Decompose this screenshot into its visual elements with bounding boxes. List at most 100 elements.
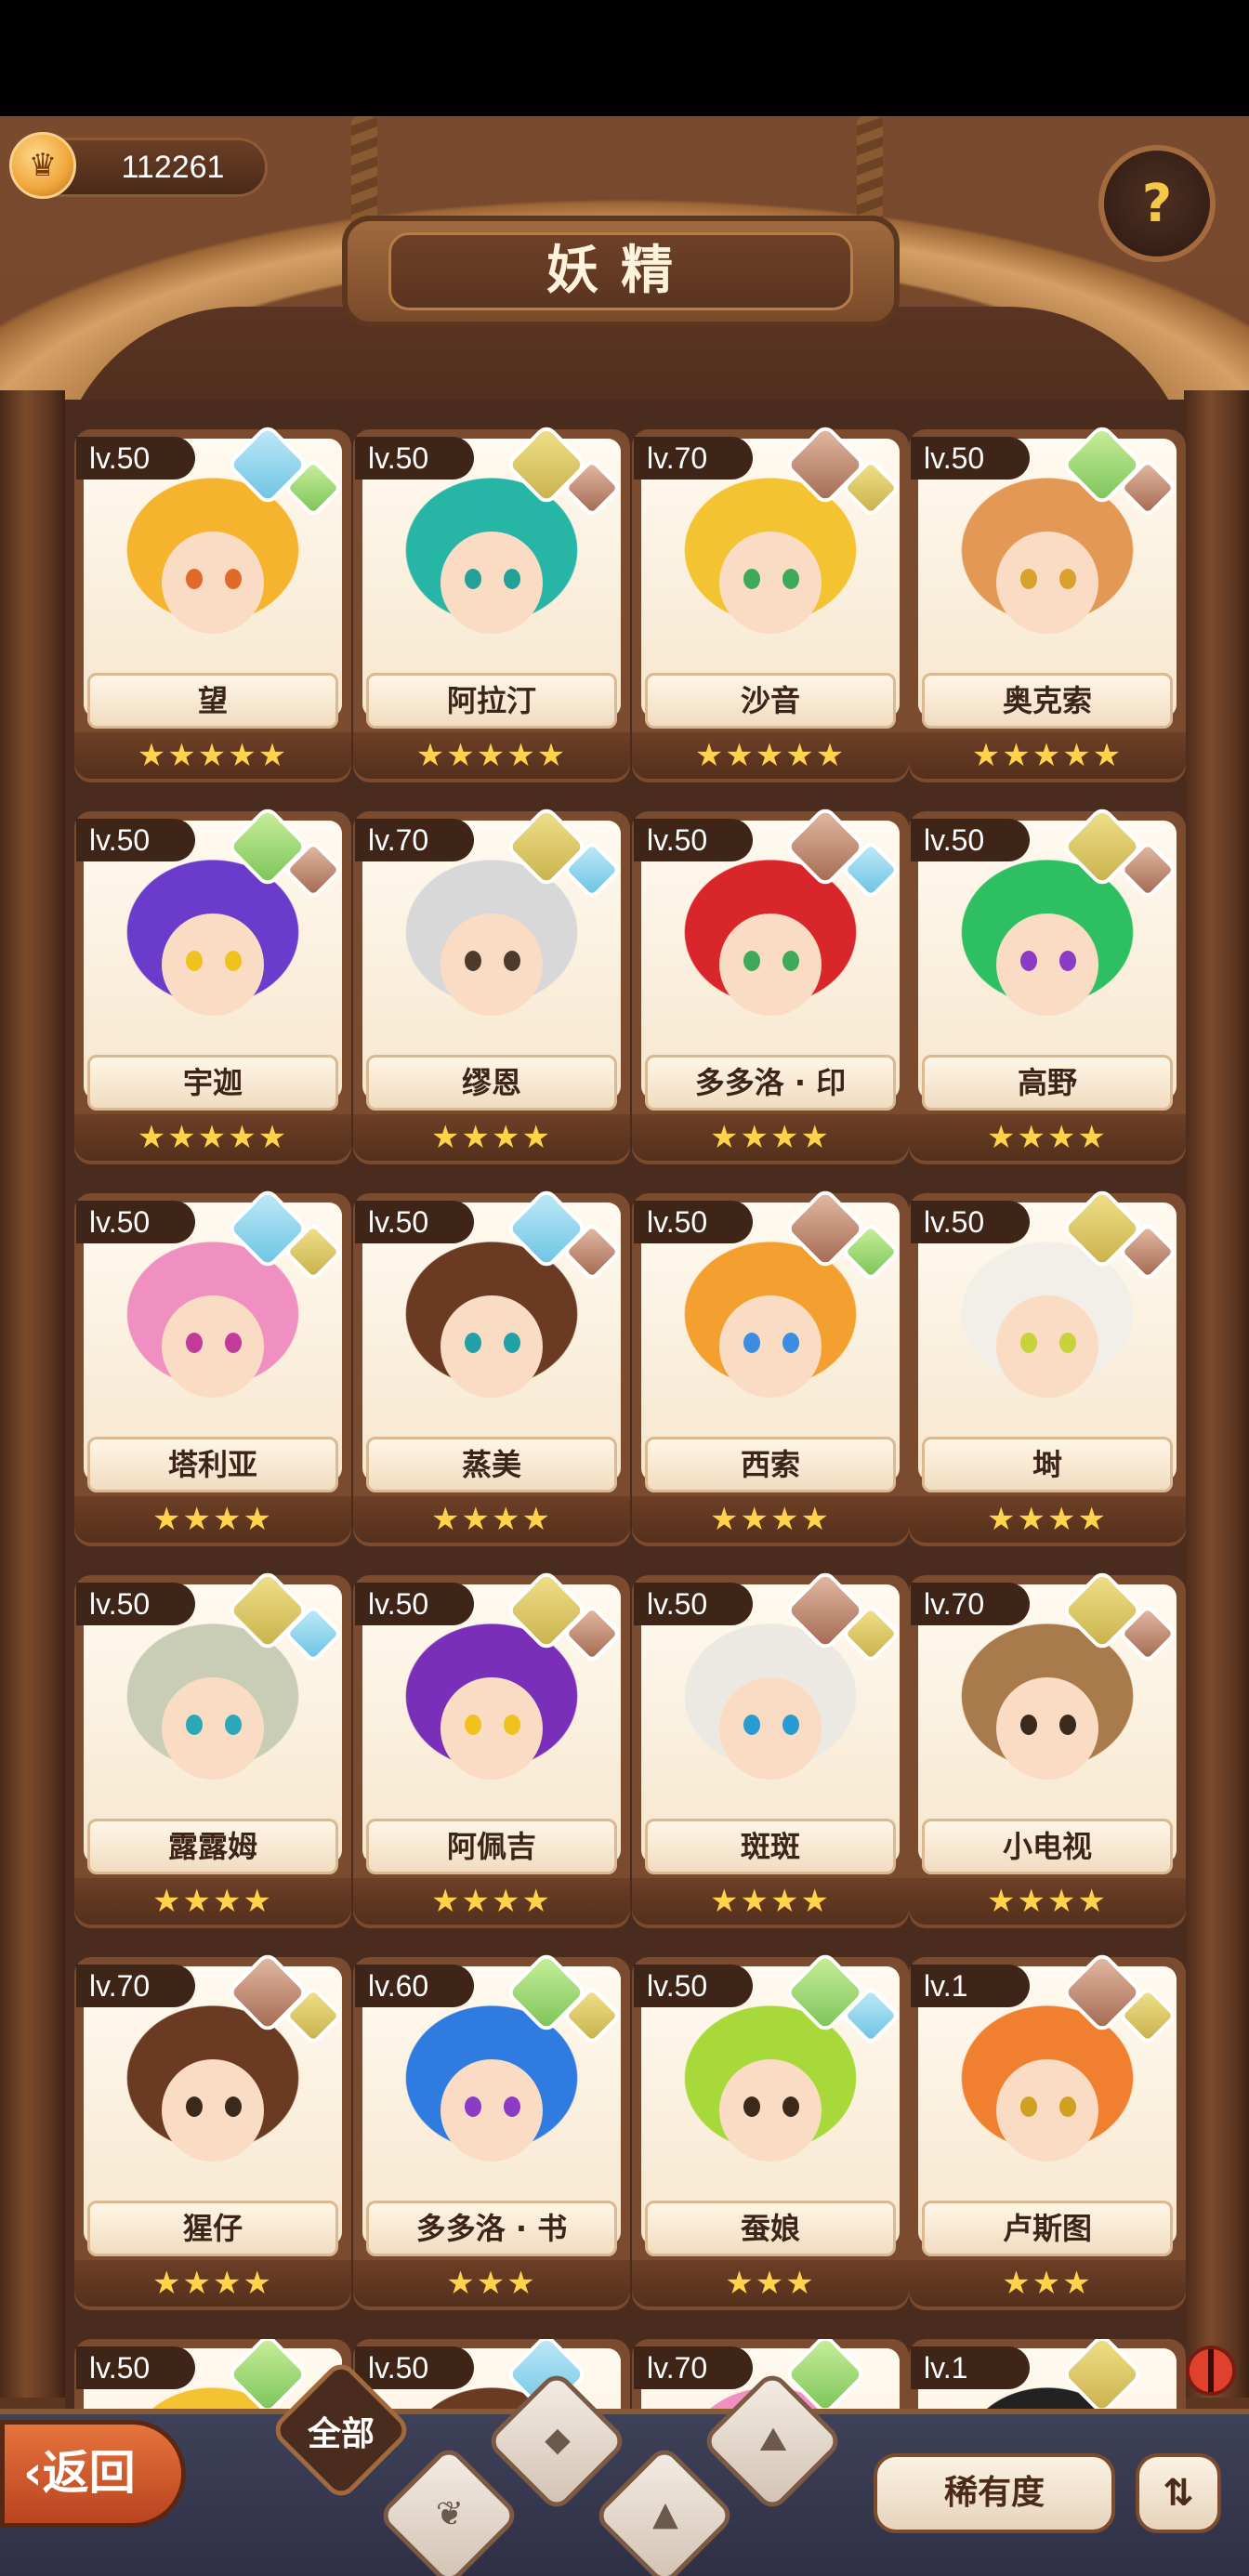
portrait-face: [440, 2059, 543, 2162]
portrait-eye: [1059, 1333, 1076, 1353]
fairy-card[interactable]: lv.1 卢斯图 ★★★: [909, 1950, 1186, 2310]
portrait-eye: [1059, 1715, 1076, 1735]
fairy-name: 塔利亚: [87, 1437, 338, 1492]
portrait-face: [162, 1295, 264, 1398]
fairy-portrait: [112, 2004, 314, 2189]
chevron-left-icon: ‹: [23, 2446, 43, 2500]
fairy-card[interactable]: lv.50 蚕娘 ★★★: [632, 1950, 909, 2310]
level-tag: lv.50: [76, 2346, 195, 2389]
question-sprout-icon: ?: [1141, 173, 1173, 234]
portrait-face: [719, 1295, 822, 1398]
portrait-eye: [186, 569, 203, 589]
portrait-eye: [465, 951, 481, 971]
fairy-portrait: [112, 1240, 314, 1426]
portrait-face: [162, 913, 264, 1016]
fairy-card[interactable]: lv.70 缪恩 ★★★★: [353, 804, 630, 1164]
portrait-eye: [186, 1715, 203, 1735]
fairy-card[interactable]: lv.50 奥克索 ★★★★★: [909, 422, 1186, 782]
level-tag: lv.50: [355, 437, 474, 480]
fairy-name: 露露姆: [87, 1819, 338, 1874]
fairy-name: 阿佩吉: [366, 1819, 617, 1874]
portrait-eye: [782, 1715, 799, 1735]
sort-rarity-button[interactable]: 稀有度: [874, 2453, 1115, 2533]
back-button[interactable]: ‹返回: [0, 2420, 186, 2528]
help-button[interactable]: ?: [1098, 145, 1216, 262]
level-tag: lv.50: [911, 437, 1030, 480]
level-tag: lv.50: [911, 1201, 1030, 1243]
fairy-card[interactable]: lv.50 阿拉汀 ★★★★★: [353, 422, 630, 782]
portrait-eye: [782, 951, 799, 971]
portrait-eye: [743, 1715, 760, 1735]
left-pillar: [0, 390, 65, 2398]
fairy-card[interactable]: lv.50 西索 ★★★★: [632, 1186, 909, 1546]
star-rating: ★★★★: [632, 1878, 909, 1925]
portrait-eye: [186, 951, 203, 971]
fairy-card[interactable]: lv.50 望 ★★★★★: [74, 422, 351, 782]
fairy-name: 高野: [922, 1055, 1173, 1111]
fairy-card[interactable]: lv.50 宇迦 ★★★★★: [74, 804, 351, 1164]
portrait-eye: [225, 569, 242, 589]
fairy-card[interactable]: lv.50 埘 ★★★★: [909, 1186, 1186, 1546]
portrait-eye: [743, 569, 760, 589]
level-tag: lv.50: [355, 2346, 474, 2389]
portrait-eye: [225, 1333, 242, 1353]
right-pillar: [1184, 390, 1249, 2398]
portrait-eye: [225, 951, 242, 971]
fairy-card[interactable]: lv.70 小电视 ★★★★: [909, 1568, 1186, 1928]
level-tag: lv.50: [76, 819, 195, 861]
portrait-face: [996, 532, 1098, 634]
fairy-name: 小电视: [922, 1819, 1173, 1874]
page-title: 妖精: [388, 232, 853, 310]
sort-order-button[interactable]: ⇅: [1136, 2453, 1221, 2533]
star-rating: ★★★: [632, 2260, 909, 2307]
fairy-portrait: [669, 1622, 872, 1807]
portrait-eye: [1020, 951, 1037, 971]
fairy-portrait: [669, 1240, 872, 1426]
star-rating: ★★★★: [909, 1496, 1186, 1543]
portrait-eye: [504, 569, 520, 589]
portrait-eye: [186, 2096, 203, 2117]
portrait-eye: [465, 1333, 481, 1353]
fairy-portrait: [390, 476, 593, 662]
back-label: 返回: [42, 2446, 136, 2500]
portrait-face: [162, 2059, 264, 2162]
fairy-card[interactable]: lv.50 塔利亚 ★★★★: [74, 1186, 351, 1546]
fairy-card[interactable]: lv.50 蒸美 ★★★★: [353, 1186, 630, 1546]
star-rating: ★★★★: [632, 1496, 909, 1543]
snowpeak-filter-icon: ⛰: [758, 2421, 788, 2459]
fairy-name: 沙音: [645, 673, 896, 729]
fairy-card[interactable]: lv.50 露露姆 ★★★★: [74, 1568, 351, 1928]
level-tag: lv.1: [911, 2346, 1030, 2389]
fairy-card[interactable]: lv.50 多多洛 · 印 ★★★★: [632, 804, 909, 1164]
fairy-card[interactable]: lv.70 猩仔 ★★★★: [74, 1950, 351, 2310]
level-tag: lv.50: [634, 1583, 753, 1625]
fairy-card[interactable]: lv.50 高野 ★★★★: [909, 804, 1186, 1164]
level-tag: lv.50: [76, 1201, 195, 1243]
level-tag: lv.50: [76, 1583, 195, 1625]
portrait-eye: [225, 2096, 242, 2117]
ladybug-icon: [1186, 2346, 1236, 2396]
level-tag: lv.70: [76, 1965, 195, 2007]
portrait-eye: [1059, 569, 1076, 589]
acorn-coin-icon: ♛: [9, 132, 76, 199]
portrait-eye: [465, 2096, 481, 2117]
mountain-filter-icon: ▲: [652, 2495, 678, 2533]
star-rating: ★★★★: [909, 1878, 1186, 1925]
star-rating: ★★★: [353, 2260, 630, 2307]
star-rating: ★★★★★: [632, 732, 909, 779]
star-rating: ★★★★: [74, 1878, 351, 1925]
fairy-card[interactable]: lv.50 阿佩吉 ★★★★: [353, 1568, 630, 1928]
portrait-eye: [782, 569, 799, 589]
portrait-eye: [465, 569, 481, 589]
portrait-eye: [1020, 2096, 1037, 2117]
star-rating: ★★★★★: [353, 732, 630, 779]
fairy-card[interactable]: lv.50 斑斑 ★★★★: [632, 1568, 909, 1928]
fairy-portrait: [669, 858, 872, 1044]
star-rating: ★★★★: [632, 1114, 909, 1161]
star-rating: ★★★★: [909, 1114, 1186, 1161]
fairy-card[interactable]: lv.60 多多洛 · 书 ★★★: [353, 1950, 630, 2310]
fairy-card[interactable]: lv.70 沙音 ★★★★★: [632, 422, 909, 782]
fairy-portrait: [390, 2004, 593, 2189]
sprout-filter-icon: ❦: [435, 2495, 465, 2533]
fairy-name: 埘: [922, 1437, 1173, 1492]
